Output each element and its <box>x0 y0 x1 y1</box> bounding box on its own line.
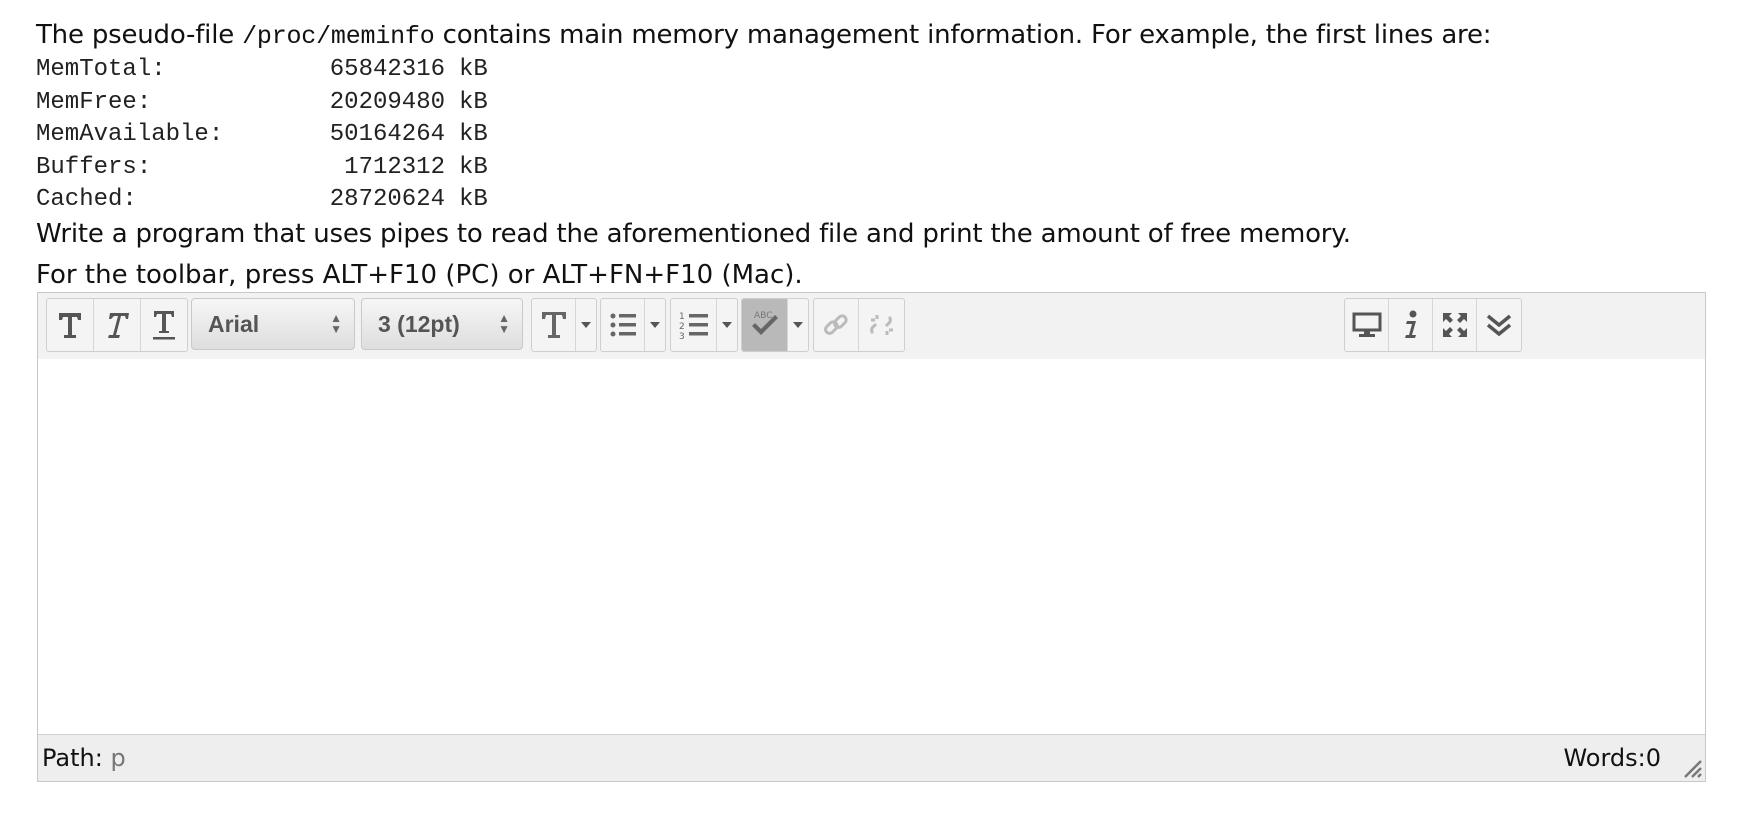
path-indicator: Path: p <box>42 735 126 781</box>
meminfo-key: MemFree: <box>36 88 152 116</box>
bullet-list-icon[interactable] <box>601 299 645 351</box>
meminfo-unit: kB <box>459 121 488 148</box>
numbered-list-group: 123 <box>670 298 738 352</box>
meminfo-unit: kB <box>459 56 488 83</box>
svg-text:3: 3 <box>679 332 685 340</box>
spellcheck-group: ABC <box>741 298 809 352</box>
intro-text-continued: contains main memory management informat… <box>434 20 1492 50</box>
meminfo-listing: MemTotal: 65842316 kB MemFree: 20209480 kB Mem… <box>36 54 1716 217</box>
meminfo-unit: kB <box>459 186 488 213</box>
resize-handle-icon[interactable] <box>1681 757 1703 779</box>
font-size-select[interactable]: 3 (12pt) ▲ ▼ <box>361 298 523 350</box>
svg-text:ABC: ABC <box>754 311 772 321</box>
meminfo-value: 28720624 <box>329 186 445 213</box>
view-tools-group <box>1344 298 1522 352</box>
select-arrows-icon: ▲ ▼ <box>330 311 342 336</box>
preview-icon[interactable] <box>1345 299 1389 351</box>
text-color-icon[interactable] <box>532 299 576 351</box>
numbered-list-icon[interactable]: 123 <box>671 299 717 351</box>
svg-text:1: 1 <box>679 312 685 322</box>
select-arrows-icon: ▲ ▼ <box>498 311 510 336</box>
path-label: Path: <box>42 744 103 772</box>
editor-status-bar: Path: p Words:0 <box>38 734 1705 781</box>
meminfo-value: 50164264 <box>329 121 445 148</box>
link-group <box>813 298 905 352</box>
info-icon[interactable] <box>1389 299 1433 351</box>
meminfo-row: MemFree: 20209480 kB <box>36 87 1716 120</box>
link-icon[interactable] <box>814 299 859 351</box>
question-intro: The pseudo-file /proc/meminfo contains m… <box>36 18 1716 54</box>
collapse-icon[interactable] <box>1477 299 1521 351</box>
chevron-down-icon[interactable] <box>645 299 665 351</box>
text-style-group <box>46 298 188 352</box>
spellcheck-icon[interactable]: ABC <box>742 299 788 351</box>
italic-icon[interactable] <box>94 299 141 351</box>
bullet-list-group <box>600 298 666 352</box>
meminfo-value: 20209480 <box>329 88 445 116</box>
text-color-group <box>531 298 597 352</box>
meminfo-key: Cached: <box>36 186 137 213</box>
meminfo-row: MemTotal: 65842316 kB <box>36 54 1716 87</box>
intro-text: The pseudo-file <box>36 20 243 50</box>
toolbar-hint: For the toolbar, press ALT+F10 (PC) or A… <box>36 260 803 290</box>
meminfo-row: Cached: 28720624 kB <box>36 184 1716 217</box>
unlink-icon[interactable] <box>859 299 904 351</box>
path-value[interactable]: p <box>110 744 125 772</box>
meminfo-key: MemTotal: <box>36 56 166 83</box>
font-family-value: Arial <box>208 310 260 337</box>
chevron-down-icon[interactable] <box>788 299 808 351</box>
fullscreen-icon[interactable] <box>1433 299 1477 351</box>
meminfo-row: Buffers: 1712312 kB <box>36 152 1716 185</box>
chevron-down-icon[interactable] <box>576 299 596 351</box>
meminfo-row: MemAvailable: 50164264 kB <box>36 119 1716 152</box>
font-size-value: 3 (12pt) <box>378 310 460 337</box>
question-task: Write a program that uses pipes to read … <box>36 218 1351 249</box>
editor-toolbar: Arial ▲ ▼ 3 (12pt) ▲ ▼ 1 2 3 ABC <box>38 293 1705 360</box>
word-count: Words:0 <box>1563 744 1661 772</box>
underline-icon[interactable] <box>141 299 187 351</box>
rich-text-editor: Arial ▲ ▼ 3 (12pt) ▲ ▼ 1 2 3 ABC Path: p… <box>37 292 1706 782</box>
meminfo-key: Buffers: <box>36 153 152 181</box>
file-path-code: /proc/meminfo <box>242 22 435 51</box>
meminfo-key: MemAvailable: <box>36 121 224 148</box>
question-text: The pseudo-file /proc/meminfo contains m… <box>36 18 1716 251</box>
chevron-down-icon[interactable] <box>717 299 737 351</box>
bold-icon[interactable] <box>47 299 94 351</box>
meminfo-unit: kB <box>459 88 488 116</box>
font-family-select[interactable]: Arial ▲ ▼ <box>191 298 355 350</box>
editor-content-area[interactable] <box>38 359 1705 737</box>
meminfo-value: 1712312 <box>344 153 445 181</box>
svg-text:2: 2 <box>679 322 685 332</box>
meminfo-unit: kB <box>459 153 488 181</box>
meminfo-value: 65842316 <box>329 56 445 83</box>
